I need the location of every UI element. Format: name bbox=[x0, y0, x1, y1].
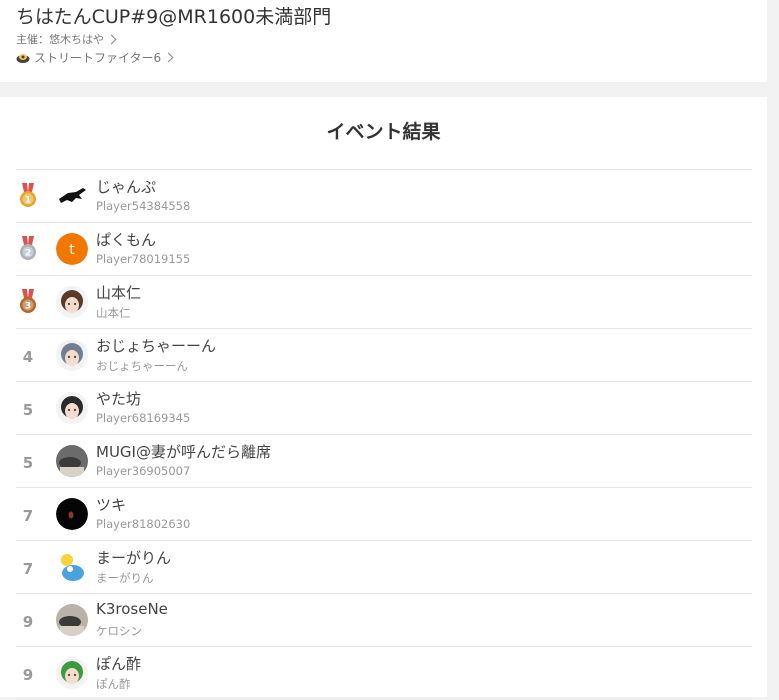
results-heading: イベント結果 bbox=[326, 121, 441, 143]
gold-medal-icon: 1 bbox=[16, 170, 40, 222]
result-row[interactable]: 9 K3roseNe ケロシン bbox=[16, 594, 752, 647]
event-title: ちはたんCUP#9@MR1600未満部門 bbox=[16, 6, 332, 28]
result-row[interactable]: 2 t ぱくもん Player78019155 bbox=[16, 223, 752, 276]
player-id: Player81802630 bbox=[96, 517, 191, 531]
avatar[interactable] bbox=[56, 498, 88, 530]
player-id: まーがりん bbox=[96, 571, 154, 585]
player-name[interactable]: 山本仁 bbox=[96, 282, 141, 303]
avatar[interactable] bbox=[56, 551, 88, 583]
result-row[interactable]: 9 ぽん酢 ぽん酢 bbox=[16, 647, 752, 700]
chevron-right-icon bbox=[106, 34, 117, 44]
result-row[interactable]: 7 まーがりん まーがりん bbox=[16, 541, 752, 594]
svg-text:2: 2 bbox=[25, 249, 31, 259]
svg-text:t: t bbox=[69, 242, 75, 258]
rank-number: 7 bbox=[16, 541, 40, 593]
avatar[interactable] bbox=[56, 286, 88, 318]
silver-medal-icon: 2 bbox=[16, 223, 40, 275]
player-id: ケロシン bbox=[96, 624, 142, 638]
rank-number: 7 bbox=[16, 488, 40, 540]
rank-number-text: 7 bbox=[22, 560, 34, 578]
player-id: ぽん酢 bbox=[96, 677, 131, 691]
game-label: ストリートファイター6 bbox=[34, 51, 162, 65]
rank-number-text: 9 bbox=[22, 613, 34, 631]
player-name[interactable]: ツキ bbox=[96, 494, 126, 515]
avatar[interactable] bbox=[56, 392, 88, 424]
result-row[interactable]: 3 山本仁 山本仁 bbox=[16, 276, 752, 329]
player-name[interactable]: じゃんぷ bbox=[96, 176, 156, 197]
svg-text:3: 3 bbox=[25, 302, 31, 312]
rank-number-text: 5 bbox=[22, 454, 34, 472]
player-name[interactable]: おじょちゃーーん bbox=[96, 335, 216, 356]
rank-number: 5 bbox=[16, 382, 40, 434]
player-id: Player54384558 bbox=[96, 199, 191, 213]
player-name[interactable]: まーがりん bbox=[96, 547, 171, 568]
player-id: Player78019155 bbox=[96, 252, 191, 266]
rank-number: 4 bbox=[16, 329, 40, 381]
rank-number-text: 5 bbox=[22, 401, 34, 419]
avatar[interactable]: t bbox=[56, 233, 88, 265]
organizer-link[interactable]: 主催：悠木ちはや bbox=[16, 31, 117, 47]
avatar[interactable] bbox=[56, 339, 88, 371]
player-id: Player68169345 bbox=[96, 411, 191, 425]
results-section: イベント結果 1 じゃんぷ Player54384558 2 t ぱくもん Playe… bbox=[0, 97, 767, 700]
player-id: おじょちゃーーん bbox=[96, 359, 188, 373]
rank-number: 5 bbox=[16, 435, 40, 487]
avatar[interactable] bbox=[56, 445, 88, 477]
results-list: 1 じゃんぷ Player54384558 2 t ぱくもん Player780191… bbox=[16, 169, 752, 700]
svg-text:1: 1 bbox=[25, 196, 31, 206]
game-link[interactable]: ストリートファイター6 bbox=[16, 49, 174, 66]
player-id: 山本仁 bbox=[96, 306, 131, 320]
rank-number: 9 bbox=[16, 647, 40, 699]
avatar[interactable] bbox=[56, 180, 88, 212]
rank-number-text: 9 bbox=[22, 666, 34, 684]
organizer-label: 主催：悠木ちはや bbox=[16, 33, 104, 46]
player-name[interactable]: ぽん酢 bbox=[96, 653, 141, 674]
result-row[interactable]: 4 おじょちゃーーん おじょちゃーーん bbox=[16, 329, 752, 382]
bronze-medal-icon: 3 bbox=[16, 276, 40, 328]
game-logo-icon bbox=[16, 53, 30, 63]
event-header: ちはたんCUP#9@MR1600未満部門 主催：悠木ちはや ストリートファイター… bbox=[0, 0, 767, 82]
player-name[interactable]: やた坊 bbox=[96, 388, 141, 409]
avatar[interactable] bbox=[56, 604, 88, 636]
result-row[interactable]: 1 じゃんぷ Player54384558 bbox=[16, 170, 752, 223]
chevron-right-icon bbox=[163, 52, 174, 63]
rank-number-text: 7 bbox=[22, 507, 34, 525]
result-row[interactable]: 5 やた坊 Player68169345 bbox=[16, 382, 752, 435]
player-name[interactable]: ぱくもん bbox=[96, 229, 156, 250]
player-id: Player36905007 bbox=[96, 464, 191, 478]
player-name[interactable]: MUGI@妻が呼んだら離席 bbox=[96, 441, 271, 462]
avatar[interactable] bbox=[56, 657, 88, 689]
rank-number: 9 bbox=[16, 594, 40, 646]
player-name[interactable]: K3roseNe bbox=[96, 600, 168, 618]
result-row[interactable]: 7 ツキ Player81802630 bbox=[16, 488, 752, 541]
result-row[interactable]: 5 MUGI@妻が呼んだら離席 Player36905007 bbox=[16, 435, 752, 488]
rank-number-text: 4 bbox=[22, 348, 34, 366]
